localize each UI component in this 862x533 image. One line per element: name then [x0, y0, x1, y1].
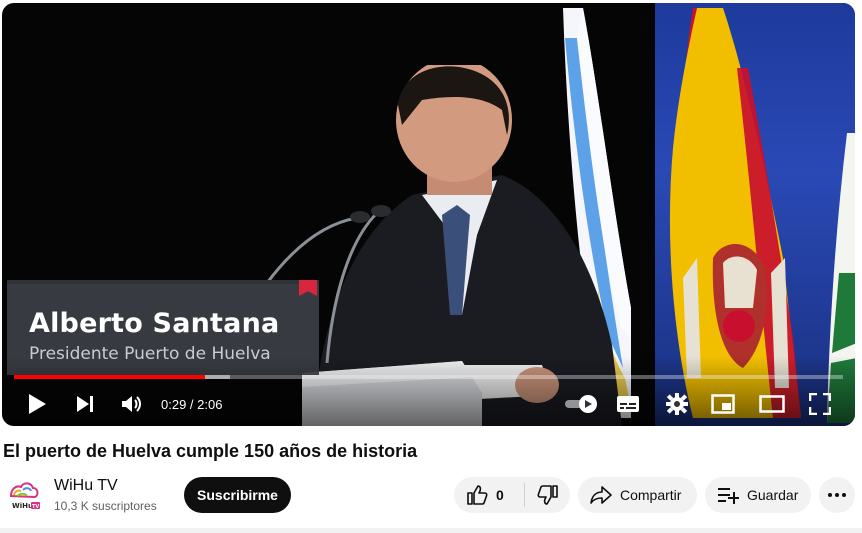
- channel-avatar[interactable]: WiHu TV: [5, 477, 41, 513]
- settings-icon: [666, 393, 688, 415]
- section-divider: [0, 528, 862, 533]
- miniplayer-button[interactable]: [706, 387, 740, 421]
- youtube-watch-page: Alberto Santana Presidente Puerto de Hue…: [0, 0, 862, 533]
- settings-button[interactable]: [660, 387, 694, 421]
- subscribe-button[interactable]: Suscribirme: [184, 477, 291, 513]
- subscriber-count: 10,3 K suscriptores: [54, 499, 157, 513]
- wihu-logo-icon: WiHu TV: [9, 482, 40, 510]
- channel-name[interactable]: WiHu TV: [54, 477, 118, 495]
- next-button[interactable]: [68, 387, 102, 421]
- play-button[interactable]: [20, 387, 54, 421]
- thumbs-up-icon: [467, 485, 488, 505]
- save-playlist-icon: [718, 488, 739, 504]
- progress-bar[interactable]: [14, 375, 843, 379]
- time-display: 0:29 / 2:06: [161, 397, 223, 412]
- progress-played: [14, 375, 205, 379]
- video-player[interactable]: Alberto Santana Presidente Puerto de Hue…: [2, 3, 855, 426]
- svg-text:TV: TV: [32, 504, 39, 510]
- theater-mode-button[interactable]: [755, 387, 789, 421]
- like-dislike-group: 0: [454, 477, 570, 513]
- subtitles-button[interactable]: [611, 387, 645, 421]
- video-title: El puerto de Huelva cumple 150 años de h…: [3, 441, 418, 461]
- like-count: 0: [496, 487, 504, 503]
- share-button[interactable]: Compartir: [578, 477, 697, 513]
- fullscreen-button[interactable]: [803, 387, 837, 421]
- volume-button[interactable]: [115, 387, 149, 421]
- speaker-name: Alberto Santana: [29, 308, 280, 339]
- dislike-button[interactable]: [525, 477, 570, 513]
- more-actions-button[interactable]: [819, 477, 855, 513]
- share-label: Compartir: [620, 487, 682, 503]
- thumbs-down-icon: [536, 485, 558, 505]
- autoplay-toggle[interactable]: [562, 387, 602, 421]
- subtitles-icon: [617, 396, 639, 412]
- play-icon: [29, 394, 46, 414]
- save-button[interactable]: Guardar: [705, 477, 811, 513]
- lower-third-accent: [299, 280, 317, 296]
- like-button[interactable]: 0: [454, 477, 524, 513]
- save-label: Guardar: [747, 487, 799, 503]
- share-icon: [590, 486, 612, 504]
- next-icon: [77, 396, 93, 412]
- fullscreen-icon: [809, 393, 831, 415]
- volume-icon: [122, 396, 141, 412]
- autoplay-icon: [565, 395, 597, 413]
- miniplayer-icon: [711, 394, 735, 414]
- svg-text:WiHu: WiHu: [12, 502, 33, 510]
- theater-icon: [759, 395, 785, 413]
- more-horizontal-icon: [828, 493, 846, 497]
